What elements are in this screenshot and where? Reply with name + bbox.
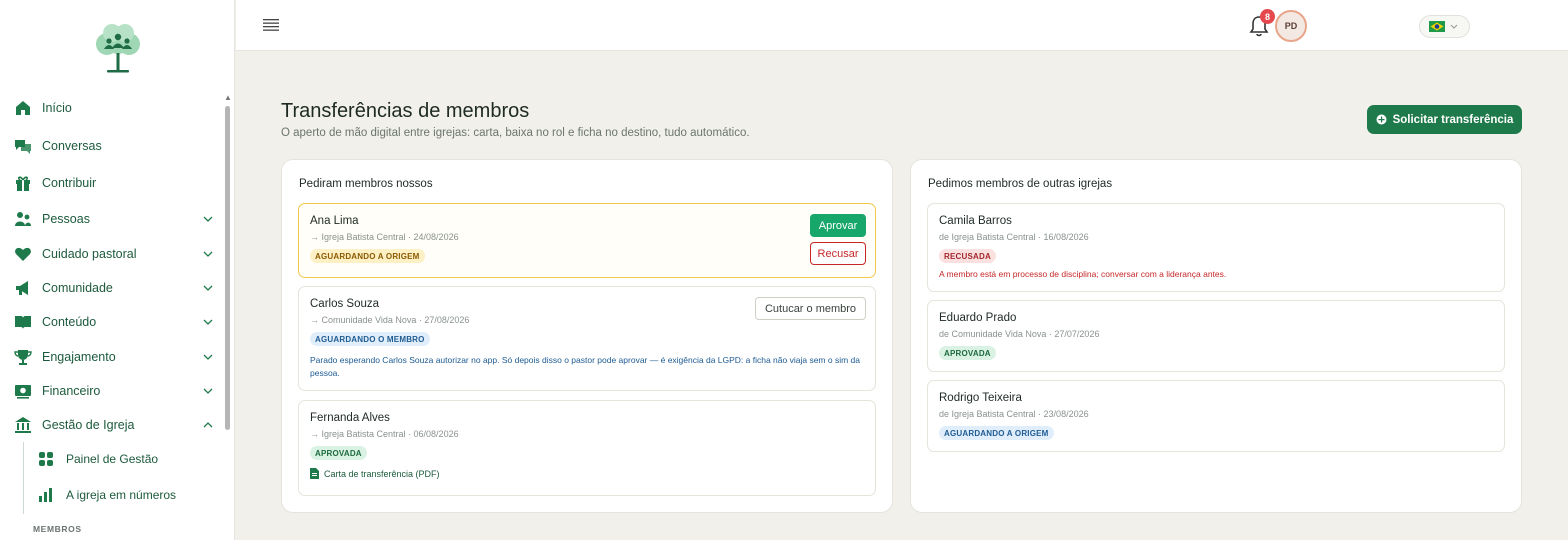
sidebar-item-financeiro[interactable]: Financeiro xyxy=(14,379,214,403)
transfer-card: Camila Barros de Igreja Batista Central … xyxy=(927,203,1505,292)
transfer-card: Eduardo Prado de Comunidade Vida Nova · … xyxy=(927,300,1505,372)
transfer-meta: de Igreja Batista Central · 16/08/2026 xyxy=(939,232,1089,242)
trophy-icon xyxy=(14,348,32,366)
sidebar-item-gestao-de-igreja[interactable]: Gestão de Igreja xyxy=(14,413,214,437)
member-name: Eduardo Prado xyxy=(939,312,1017,324)
member-name: Ana Lima xyxy=(310,215,359,227)
sidebar-item-label: Comunidade xyxy=(42,281,113,295)
scroll-thumb[interactable] xyxy=(225,106,230,430)
chat-icon xyxy=(14,137,32,155)
sidebar-item-label: Conversas xyxy=(42,139,102,153)
sidebar-item-label: Pessoas xyxy=(42,212,90,226)
home-icon xyxy=(14,99,32,117)
status-badge: APROVADA xyxy=(939,346,996,360)
notification-badge: 8 xyxy=(1260,9,1275,24)
brazil-flag-icon xyxy=(1429,21,1445,32)
scroll-up-arrow-icon[interactable]: ▲ xyxy=(224,94,232,102)
status-badge: APROVADA xyxy=(310,446,367,460)
status-badge: AGUARDANDO A ORIGEM xyxy=(939,426,1054,440)
submenu-guide-line xyxy=(23,442,24,514)
chevron-down-icon xyxy=(1450,24,1458,29)
page-title: Transferências de membros xyxy=(281,100,530,122)
people-icon xyxy=(14,210,32,228)
panel-title: Pediram membros nossos xyxy=(299,178,433,190)
sidebar-item-label: Financeiro xyxy=(42,384,101,398)
nudge-member-button[interactable]: Cutucar o membro xyxy=(755,297,866,320)
sidebar-item-conversas[interactable]: Conversas xyxy=(14,134,214,158)
transfer-meta: de Igreja Batista Central · 23/08/2026 xyxy=(939,409,1089,419)
transfer-card: Ana Lima → Igreja Batista Central · 24/0… xyxy=(298,203,876,278)
panel-title: Pedimos membros de outras igrejas xyxy=(928,178,1113,190)
transfer-meta: → Igreja Batista Central · 24/08/2026 xyxy=(310,232,459,242)
request-transfer-label: Solicitar transferência xyxy=(1392,113,1514,126)
member-name: Camila Barros xyxy=(939,215,1012,227)
chevron-down-icon xyxy=(202,351,214,363)
lgpd-note: Parado esperando Carlos Souza autorizar … xyxy=(310,355,860,378)
user-avatar[interactable]: PD xyxy=(1275,10,1307,42)
sidebar-section-label: MEMBROS xyxy=(33,524,82,534)
bank-icon xyxy=(14,416,32,434)
plus-circle-icon xyxy=(1376,114,1387,125)
request-transfer-button[interactable]: Solicitar transferência xyxy=(1367,105,1522,134)
outgoing-requests-panel: Pedimos membros de outras igrejas Camila… xyxy=(910,159,1522,513)
sidebar-item-label: Cuidado pastoral xyxy=(42,247,137,261)
hamburger-menu-icon[interactable] xyxy=(262,17,280,33)
transfer-card: Carlos Souza → Comunidade Vida Nova · 27… xyxy=(298,286,876,391)
grid-icon xyxy=(38,451,54,467)
chevron-up-icon xyxy=(202,419,214,431)
sidebar-item-inicio[interactable]: Início xyxy=(14,96,214,120)
sidebar-subitem-label: A igreja em números xyxy=(66,488,177,502)
transfer-card: Fernanda Alves → Igreja Batista Central … xyxy=(298,400,876,496)
sidebar-item-comunidade[interactable]: Comunidade xyxy=(14,276,214,300)
heart-icon xyxy=(14,245,32,263)
transfer-card: Rodrigo Teixeira de Igreja Batista Centr… xyxy=(927,380,1505,452)
transfer-letter-pdf-link[interactable]: Carta de transferência (PDF) xyxy=(310,468,440,479)
rejection-reason: A membro está em processo de disciplina;… xyxy=(939,269,1227,279)
sidebar-item-conteudo[interactable]: Conteúdo xyxy=(14,310,214,334)
member-name: Rodrigo Teixeira xyxy=(939,392,1022,404)
money-icon xyxy=(14,382,32,400)
status-badge: AGUARDANDO A ORIGEM xyxy=(310,249,425,263)
pdf-link-label: Carta de transferência (PDF) xyxy=(324,468,440,479)
chevron-down-icon xyxy=(202,316,214,328)
transfer-meta: de Comunidade Vida Nova · 27/07/2026 xyxy=(939,329,1100,339)
member-name: Carlos Souza xyxy=(310,298,380,310)
chevron-down-icon xyxy=(202,385,214,397)
gift-icon xyxy=(14,174,32,192)
transfer-meta: → Igreja Batista Central · 06/08/2026 xyxy=(310,429,459,439)
sidebar-item-label: Contribuir xyxy=(42,176,97,190)
church-tree-logo xyxy=(96,24,140,73)
sidebar-scrollbar[interactable]: ▲ xyxy=(224,94,232,540)
chevron-down-icon xyxy=(202,213,214,225)
megaphone-icon xyxy=(14,279,32,297)
chevron-down-icon xyxy=(202,282,214,294)
sidebar-item-engajamento[interactable]: Engajamento xyxy=(14,345,214,369)
chevron-down-icon xyxy=(202,248,214,260)
status-badge: AGUARDANDO O MEMBRO xyxy=(310,332,430,346)
sidebar-item-label: Início xyxy=(42,101,72,115)
language-selector[interactable] xyxy=(1419,15,1470,38)
sidebar-item-label: Engajamento xyxy=(42,350,116,364)
member-name: Fernanda Alves xyxy=(310,412,390,424)
incoming-requests-panel: Pediram membros nossos Ana Lima → Igreja… xyxy=(281,159,893,513)
approve-button[interactable]: Aprovar xyxy=(810,214,866,237)
book-icon xyxy=(14,313,32,331)
sidebar-item-cuidado-pastoral[interactable]: Cuidado pastoral xyxy=(14,242,214,266)
sidebar-item-label: Gestão de Igreja xyxy=(42,418,135,432)
sidebar-item-contribuir[interactable]: Contribuir xyxy=(14,171,214,195)
topbar xyxy=(236,0,1568,51)
sidebar: ▲ Início Conversas Contribuir Pessoas Cu… xyxy=(0,0,235,540)
sidebar-item-label: Conteúdo xyxy=(42,315,97,329)
file-icon xyxy=(310,468,319,479)
bar-chart-icon xyxy=(38,487,54,503)
page-subtitle: O aperto de mão digital entre igrejas: c… xyxy=(281,127,750,139)
transfer-meta: → Comunidade Vida Nova · 27/08/2026 xyxy=(310,315,470,325)
sidebar-item-pessoas[interactable]: Pessoas xyxy=(14,207,214,231)
reject-button[interactable]: Recusar xyxy=(810,242,866,265)
sidebar-subitem-igreja-em-numeros[interactable]: A igreja em números xyxy=(38,484,176,506)
sidebar-subitem-painel-de-gestao[interactable]: Painel de Gestão xyxy=(38,448,158,470)
sidebar-subitem-label: Painel de Gestão xyxy=(66,452,159,466)
status-badge: RECUSADA xyxy=(939,249,996,263)
